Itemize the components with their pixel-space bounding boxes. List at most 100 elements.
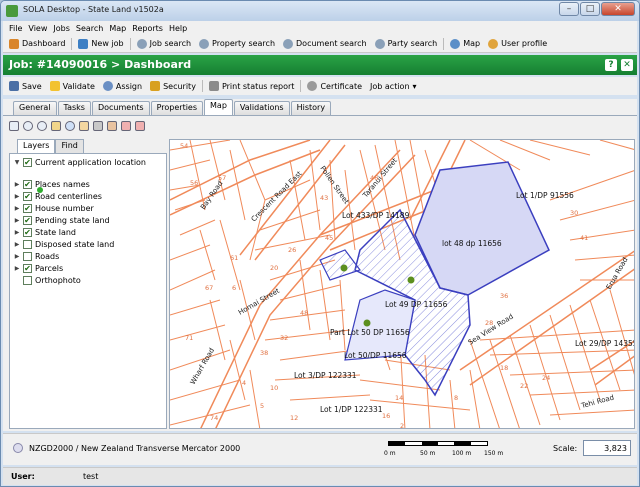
map-button[interactable]: Map	[448, 38, 482, 49]
validate-button[interactable]: Validate	[48, 81, 97, 91]
layer-tree: ▼ ✔ Current application location ▶ ✔ Places …	[9, 153, 167, 429]
menu-file[interactable]: File	[9, 24, 22, 33]
assign-button[interactable]: Assign	[101, 81, 144, 91]
location-marker-icon[interactable]	[340, 264, 348, 272]
layer-item[interactable]: ▶ ✔ Road centerlines	[14, 192, 102, 201]
layer-item[interactable]: ▶ Disposed state land	[14, 240, 114, 249]
document-search-button[interactable]: Document search	[281, 38, 369, 49]
layer-checkbox[interactable]: ✔	[23, 216, 32, 225]
layer-checkbox[interactable]: ✔	[23, 180, 32, 189]
layer-checkbox[interactable]	[23, 252, 32, 261]
full-extent-icon[interactable]	[9, 121, 19, 131]
collapsed-arrow-icon[interactable]: ▶	[14, 217, 20, 224]
job-action-toolbar: Save Validate Assign Security Print stat…	[3, 77, 637, 95]
print-status-report-button[interactable]: Print status report	[207, 81, 297, 91]
layer-checkbox[interactable]	[23, 276, 32, 285]
layer-item[interactable]: ▼ ✔ Current application location	[14, 158, 146, 167]
house-number: 26	[288, 246, 296, 254]
menu-help[interactable]: Help	[169, 24, 187, 33]
collapsed-arrow-icon[interactable]: ▶	[14, 181, 20, 188]
scale-bar	[388, 441, 488, 446]
tab-map[interactable]: Map	[204, 99, 233, 115]
house-number: 10	[270, 384, 278, 392]
layer-item[interactable]: Orthophoto	[14, 276, 81, 285]
collapsed-arrow-icon[interactable]: ▶	[14, 205, 20, 212]
tab-tasks[interactable]: Tasks	[57, 101, 91, 115]
party-search-button[interactable]: Party search	[373, 38, 440, 49]
tab-history[interactable]: History	[290, 101, 332, 115]
menu-jobs[interactable]: Jobs	[53, 24, 70, 33]
menu-map[interactable]: Map	[109, 24, 126, 33]
scale-label: Scale:	[553, 444, 578, 453]
collapsed-arrow-icon[interactable]: ▶	[14, 229, 20, 236]
collapsed-arrow-icon[interactable]: ▶	[14, 193, 20, 200]
layer-checkbox[interactable]: ✔	[23, 264, 32, 273]
layer-checkbox[interactable]: ✔	[23, 192, 32, 201]
collapsed-arrow-icon[interactable]: ▶	[14, 241, 20, 248]
map-canvas[interactable]: Lot 1/DP 91556 Lot 433/DP 14189 lot 48 d…	[169, 139, 635, 429]
close-window-button[interactable]: ✕	[601, 2, 635, 16]
layer-checkbox[interactable]: ✔	[23, 204, 32, 213]
layer-checkbox[interactable]: ✔	[23, 228, 32, 237]
layer-checkbox[interactable]	[23, 240, 32, 249]
certificate-button[interactable]: Certificate	[305, 81, 364, 91]
select-icon[interactable]	[107, 121, 117, 131]
measure-icon[interactable]	[79, 121, 89, 131]
maximize-button[interactable]: □	[580, 2, 600, 16]
tab-general[interactable]: General	[13, 101, 57, 115]
info-icon[interactable]	[65, 121, 75, 131]
layer-item[interactable]: ▶ ✔ State land	[14, 228, 76, 237]
save-button[interactable]: Save	[7, 81, 44, 91]
pan-icon[interactable]	[51, 121, 61, 131]
layer-item[interactable]: ▶ ✔ Pending state land	[14, 216, 110, 225]
search-icon	[374, 38, 385, 49]
layer-item[interactable]: ▶ Roads	[14, 252, 59, 261]
user-profile-button[interactable]: User profile	[486, 38, 549, 49]
house-number: 18	[500, 364, 508, 372]
minimize-button[interactable]: –	[559, 2, 579, 16]
layer-item[interactable]: ▶ ✔ House number	[14, 204, 94, 213]
parcel-label: Lot 433/DP 14189	[342, 211, 410, 220]
state-land-parcel[interactable]	[319, 249, 361, 281]
status-bar: NZGD2000 / New Zealand Transverse Mercat…	[3, 433, 637, 465]
collapsed-arrow-icon[interactable]: ▶	[14, 265, 20, 272]
menu-view[interactable]: View	[28, 24, 47, 33]
close-job-button[interactable]: ✕	[621, 59, 633, 71]
layer-item[interactable]: ▶ ✔ Places names	[14, 180, 90, 189]
tab-layers[interactable]: Layers	[17, 139, 56, 153]
location-marker-icon[interactable]	[363, 319, 371, 327]
collapsed-arrow-icon[interactable]: ▶	[14, 253, 20, 260]
street-label: Erua Road	[605, 256, 630, 291]
menu-bar: File View Jobs Search Map Reports Help	[3, 21, 637, 35]
layer-item[interactable]: ▶ ✔ Parcels	[14, 264, 63, 273]
new-job-button[interactable]: New job	[76, 38, 125, 49]
security-button[interactable]: Security	[148, 81, 198, 91]
help-button[interactable]: ?	[605, 59, 617, 71]
parcel-label: Part Lot 50 DP 11656	[330, 328, 410, 337]
tab-properties[interactable]: Properties	[150, 101, 204, 115]
pin-icon[interactable]	[121, 121, 131, 131]
zoom-in-icon[interactable]	[23, 121, 33, 131]
parcel-label: Lot 29/DP 14355	[575, 339, 635, 348]
remove-pin-icon[interactable]	[135, 121, 145, 131]
job-action-dropdown[interactable]: Job action ▾	[368, 82, 419, 91]
zoom-out-icon[interactable]	[37, 121, 47, 131]
tab-documents[interactable]: Documents	[91, 101, 150, 115]
print-map-icon[interactable]	[93, 121, 103, 131]
scale-input[interactable]: 3,823	[583, 440, 631, 456]
menu-search[interactable]: Search	[76, 24, 103, 33]
tab-validations[interactable]: Validations	[233, 101, 290, 115]
job-search-button[interactable]: Job search	[135, 38, 193, 49]
job-tabs: General Tasks Documents Properties Map V…	[3, 99, 637, 115]
tab-find[interactable]: Find	[55, 139, 84, 153]
menu-reports[interactable]: Reports	[132, 24, 163, 33]
layer-checkbox[interactable]: ✔	[23, 158, 32, 167]
parcel-map[interactable]: Lot 1/DP 91556 Lot 433/DP 14189 lot 48 d…	[170, 140, 635, 429]
house-number: 57	[218, 174, 226, 182]
crs-label: NZGD2000 / New Zealand Transverse Mercat…	[29, 444, 241, 453]
property-search-button[interactable]: Property search	[197, 38, 277, 49]
pending-state-land-parcel[interactable]	[414, 161, 550, 296]
dashboard-button[interactable]: Dashboard	[7, 38, 67, 49]
expanded-arrow-icon[interactable]: ▼	[14, 159, 20, 166]
location-marker-icon[interactable]	[407, 276, 415, 284]
